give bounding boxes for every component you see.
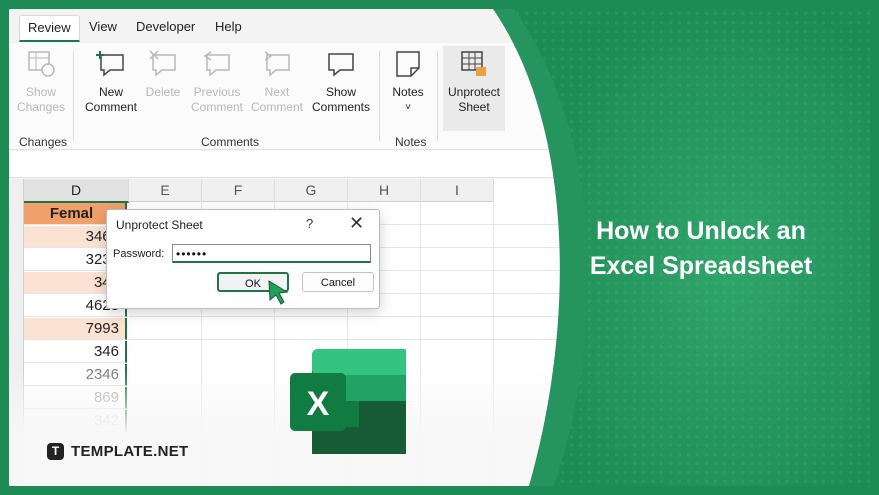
screenshot-frame: Review View Developer Help Show Changes … <box>9 9 870 486</box>
template-logo-icon: T <box>47 443 64 460</box>
svg-text:X: X <box>307 385 330 423</box>
excel-logo-icon: X <box>290 349 406 454</box>
headline: How to Unlock an Excel Spreadsheet <box>589 217 813 280</box>
brand-name: TEMPLATE.NET <box>71 443 189 460</box>
